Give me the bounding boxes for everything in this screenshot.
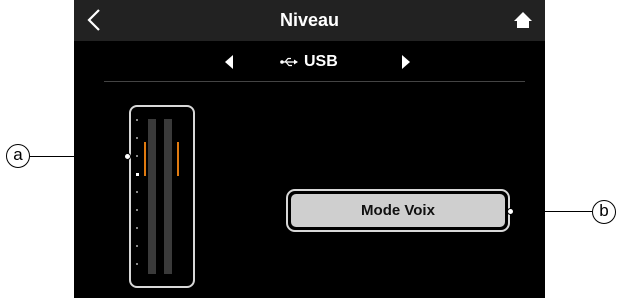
device-screen: Niveau USB Mode Voix <box>74 0 545 298</box>
title-bar: Niveau <box>74 0 545 41</box>
page-title: Niveau <box>279 10 340 30</box>
voice-mode-button[interactable]: Mode Voix <box>286 189 510 232</box>
prev-source-button[interactable] <box>224 55 234 69</box>
level-meter <box>129 105 195 288</box>
source-selector: USB <box>104 41 525 82</box>
callout-b: b <box>592 200 616 224</box>
home-button[interactable] <box>513 10 533 30</box>
source-label: USB <box>304 53 338 70</box>
source-display: USB <box>280 51 338 73</box>
callout-a: a <box>6 144 30 168</box>
peak-indicator-left <box>144 142 146 176</box>
voice-mode-label: Mode Voix <box>291 194 505 227</box>
peak-indicator-right <box>177 142 179 176</box>
callout-a-dot <box>124 153 131 160</box>
meter-channel-left <box>148 119 156 274</box>
callout-b-dot <box>507 208 514 215</box>
usb-icon <box>280 57 298 67</box>
meter-channel-right <box>164 119 172 274</box>
next-source-button[interactable] <box>401 55 411 69</box>
meter-scale <box>136 119 139 265</box>
home-icon <box>514 12 532 28</box>
